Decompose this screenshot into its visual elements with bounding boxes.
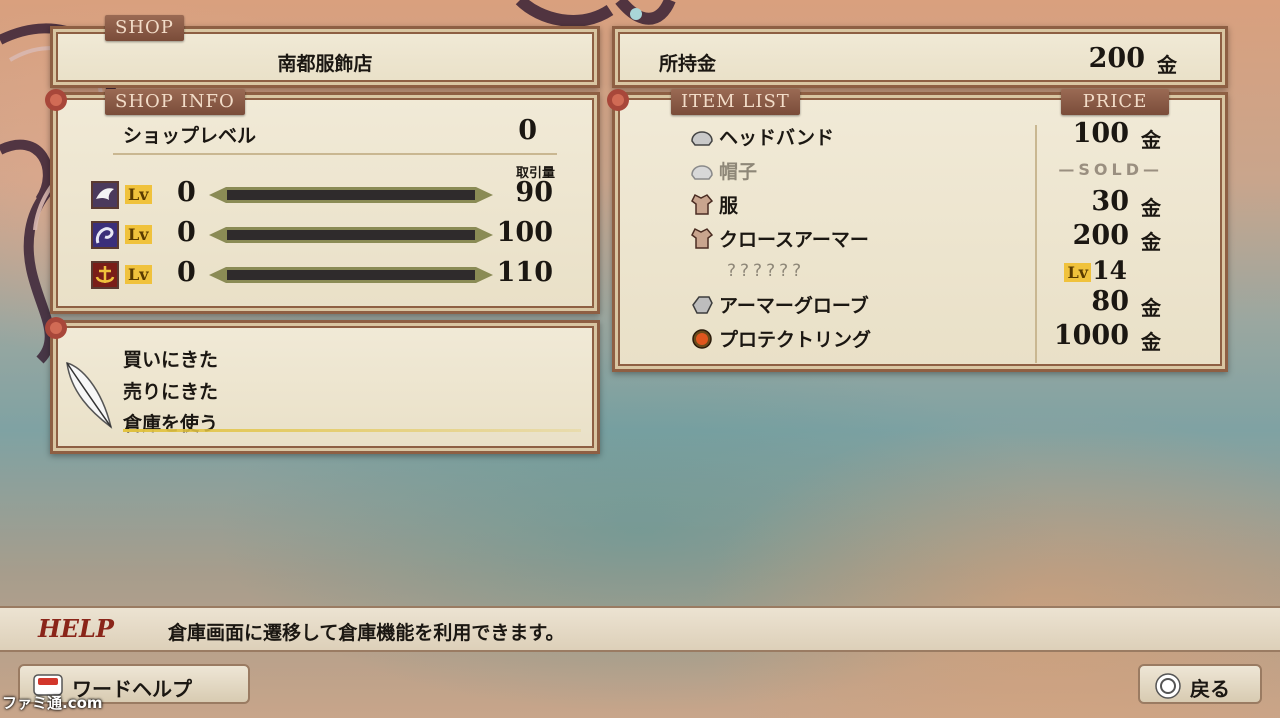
item-name: プロテクトリング (719, 329, 872, 351)
shop-info-panel: SHOP INFO ショップレベル 0 取引量 Lv 0 90 Lv 0 100… (45, 89, 600, 314)
item-name: 帽子 (719, 161, 758, 183)
item-name-unknown: ?????? (727, 261, 806, 281)
item-price: 1000 (1053, 320, 1129, 351)
money-panel: 所持金 200 金 (612, 26, 1228, 88)
item-price: 200 (1072, 220, 1129, 251)
guild-volume: 90 (515, 177, 553, 208)
shop-name-panel: SHOP 南都服飾店 (50, 15, 600, 88)
item-name: ヘッドバンド (719, 127, 834, 149)
shop-level-value: 0 (518, 115, 537, 146)
helmet-icon (691, 131, 713, 146)
clothes-icon (691, 193, 714, 215)
circle-button-icon (1155, 673, 1181, 699)
help-text: 倉庫画面に遷移して倉庫機能を利用できます。 (168, 622, 565, 644)
menu-item-buy[interactable]: 買いにきた (123, 345, 218, 372)
price-unit: 金 (1141, 128, 1161, 152)
rose-ornament-icon (45, 89, 67, 111)
serpent-icon (91, 221, 119, 249)
item-list-panel: ITEM LIST PRICE ヘッドバンド 100 金 帽子 —SOLD— 服… (607, 89, 1228, 372)
guild-row-serpent: Lv 0 100 (91, 217, 611, 251)
guild-level: 0 (177, 177, 196, 208)
price-unit: 金 (1141, 196, 1161, 220)
shop-tab: SHOP (105, 15, 184, 41)
money-label: 所持金 (659, 53, 717, 75)
item-price: 100 (1072, 118, 1129, 149)
lv-tag: Lv (125, 185, 152, 204)
item-row-locked[interactable]: ?????? Lv 14 (689, 256, 1209, 287)
help-label: HELP (38, 614, 114, 643)
guild-row-anchor: Lv 0 110 (91, 257, 611, 291)
back-button[interactable]: 戻る (1138, 664, 1262, 704)
item-row[interactable]: 服 30 金 (689, 186, 1209, 220)
guild-progress-track (227, 270, 475, 280)
shop-info-tab: SHOP INFO (105, 89, 245, 115)
guild-progress-track (227, 230, 475, 240)
item-row[interactable]: プロテクトリング 1000 金 (689, 320, 1209, 354)
price-unit: 金 (1141, 296, 1161, 320)
sold-label: —SOLD— (1058, 160, 1163, 179)
guild-row-dove: Lv 0 90 (91, 177, 611, 211)
money-unit: 金 (1157, 53, 1177, 77)
helmet-icon (691, 165, 713, 180)
lv-tag: Lv (125, 225, 152, 244)
menu-item-sell[interactable]: 売りにきた (123, 377, 218, 404)
rose-ornament-icon (607, 89, 629, 111)
menu-selection-highlight (123, 429, 581, 432)
item-price: 80 (1091, 286, 1129, 317)
guild-volume: 100 (496, 217, 553, 248)
price-unit: 金 (1141, 230, 1161, 254)
watermark: ファミ通.com (2, 694, 103, 712)
quill-cursor-icon (66, 361, 113, 429)
anchor-icon (91, 261, 119, 289)
divider (113, 153, 557, 155)
back-label: 戻る (1190, 677, 1230, 701)
required-level: 14 (1092, 256, 1127, 285)
guild-level: 0 (177, 257, 196, 288)
item-row[interactable]: クロースアーマー 200 金 (689, 220, 1209, 254)
ring-icon (692, 329, 712, 349)
guild-volume: 110 (496, 257, 553, 288)
guild-progress-track (227, 190, 475, 200)
item-name: 服 (719, 195, 739, 217)
clothes-icon (691, 227, 714, 249)
item-name: クロースアーマー (719, 229, 869, 251)
price-unit: 金 (1141, 330, 1161, 354)
lv-tag: Lv (125, 265, 152, 284)
guild-level: 0 (177, 217, 196, 248)
item-name: アーマーグローブ (719, 295, 869, 317)
price-tab: PRICE (1061, 89, 1169, 115)
action-menu-panel: 買いにきた 売りにきた 倉庫を使う (45, 317, 600, 454)
money-value: 200 (1088, 43, 1145, 74)
shop-level-label: ショップレベル (123, 125, 257, 147)
rose-ornament-icon (45, 317, 67, 339)
help-bar: HELP 倉庫画面に遷移して倉庫機能を利用できます。 (0, 606, 1280, 652)
dove-icon (91, 181, 119, 209)
item-row[interactable]: ヘッドバンド 100 金 (689, 118, 1209, 152)
gauntlet-icon (692, 296, 713, 314)
shop-name: 南都服飾店 (277, 53, 373, 75)
item-list-tab: ITEM LIST (671, 89, 800, 115)
item-row[interactable]: 帽子 —SOLD— (689, 155, 1209, 185)
item-row[interactable]: アーマーグローブ 80 金 (689, 286, 1209, 320)
item-price: 30 (1091, 186, 1129, 217)
lv-tag: Lv (1064, 263, 1091, 282)
